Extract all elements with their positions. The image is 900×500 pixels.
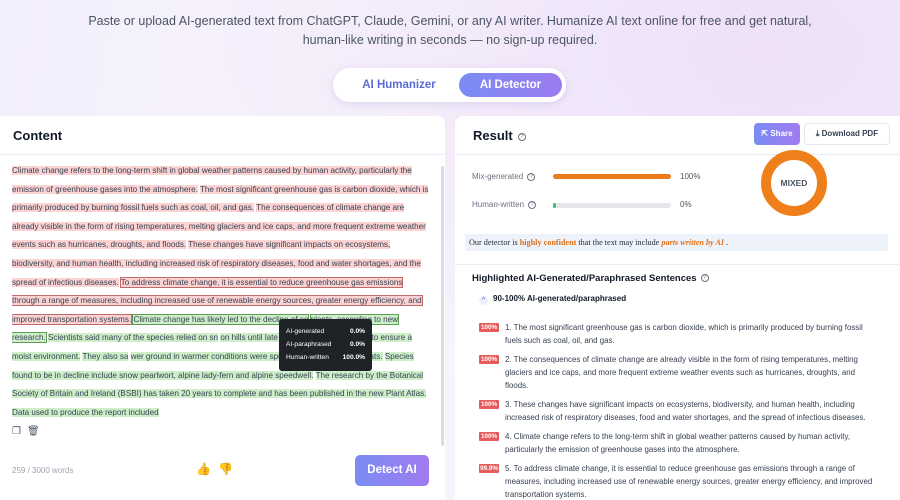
trash-icon[interactable]: 🗑 bbox=[27, 426, 40, 437]
chevron-up-icon[interactable]: ^ bbox=[479, 296, 488, 305]
copy-icon[interactable]: ❐ bbox=[12, 426, 21, 437]
metric-label: Mix-generated bbox=[472, 172, 524, 181]
download-pdf-label: Download PDF bbox=[821, 129, 879, 138]
ai-score-badge: 100% bbox=[479, 432, 499, 441]
share-button[interactable]: ⇱ Share bbox=[754, 123, 800, 145]
sentence-text: 3. These changes have significant impact… bbox=[505, 400, 866, 422]
highlighted-sentence[interactable]: 100% 1. The most significant greenhouse g… bbox=[479, 321, 879, 347]
human-sentence[interactable]: They also sa bbox=[82, 351, 129, 361]
help-icon[interactable]: ? bbox=[528, 200, 537, 209]
tooltip-row: AI-generated 0.0% bbox=[286, 325, 365, 338]
help-icon[interactable]: ? bbox=[517, 132, 526, 141]
metric-human-written: Human-written? bbox=[472, 200, 537, 209]
sentence-text: 5. To address climate change, it is esse… bbox=[505, 464, 873, 499]
tooltip-value: 0.0% bbox=[349, 328, 365, 335]
download-pdf-button[interactable]: ⤓ Download PDF bbox=[804, 123, 890, 145]
ai-score-badge: 100% bbox=[479, 355, 499, 364]
tooltip-label: Human-written bbox=[286, 354, 329, 361]
share-icon: ⇱ bbox=[761, 129, 771, 138]
sentence-tooltip: AI-generated 0.0% AI-paraphrased 0.0% Human-… bbox=[279, 319, 372, 371]
metric-bar-human bbox=[553, 203, 671, 208]
tooltip-row: AI-paraphrased 0.0% bbox=[286, 338, 365, 351]
content-text-area[interactable]: Climate change refers to the long-term s… bbox=[12, 162, 432, 428]
group-header[interactable]: ^ 90-100% AI-generated/paraphrased bbox=[479, 294, 626, 305]
content-scrollbar[interactable] bbox=[441, 166, 444, 446]
sentence-text: 4. Climate change refers to the long-ter… bbox=[505, 432, 851, 454]
share-label: Share bbox=[770, 129, 793, 138]
tooltip-value: 100.0% bbox=[342, 354, 365, 361]
highlighted-sentence[interactable]: 100% 2. The consequences of climate chang… bbox=[479, 353, 879, 392]
content-divider bbox=[0, 154, 445, 155]
metric-bar-mix bbox=[553, 174, 671, 179]
result-heading: Result? bbox=[473, 128, 526, 143]
help-icon[interactable]: ? bbox=[700, 274, 709, 283]
verdict-banner: Our detector is highly confident that th… bbox=[465, 234, 888, 251]
tab-ai-humanizer[interactable]: AI Humanizer bbox=[343, 73, 455, 97]
tooltip-label: AI-generated bbox=[286, 328, 325, 335]
metric-bar-fill bbox=[553, 174, 671, 179]
detect-ai-button[interactable]: Detect AI bbox=[355, 455, 429, 486]
content-title: Content bbox=[13, 128, 63, 143]
metric-label: Human-written bbox=[472, 200, 525, 209]
ai-score-badge: 100% bbox=[479, 323, 499, 332]
result-title: Result bbox=[473, 128, 513, 143]
mode-tabs: AI Humanizer AI Detector bbox=[333, 68, 566, 102]
tooltip-label: AI-paraphrased bbox=[286, 341, 332, 348]
thumbs-up-icon[interactable]: 👍 bbox=[196, 462, 211, 476]
group-label: 90-100% AI-generated/paraphrased bbox=[493, 294, 627, 303]
verdict-text: . bbox=[726, 238, 729, 247]
highlighted-sentence[interactable]: 99.9% 5. To address climate change, it is… bbox=[479, 462, 879, 500]
highlighted-title: Highlighted AI-Generated/Paraphrased Sen… bbox=[472, 273, 697, 284]
sentence-list: 100% 1. The most significant greenhouse g… bbox=[479, 321, 879, 500]
sentence-text: 1. The most significant greenhouse gas i… bbox=[505, 323, 863, 345]
intro-line-2: human-like writing in seconds — no sign-… bbox=[302, 33, 598, 47]
human-sentence[interactable]: Scientists said many of the species reli… bbox=[48, 333, 219, 343]
highlighted-sentence[interactable]: 100% 4. Climate change refers to the long… bbox=[479, 430, 879, 456]
intro-line-1: Paste or upload AI-generated text from C… bbox=[88, 14, 812, 28]
highlighted-sentence[interactable]: 100% 3. These changes have significant im… bbox=[479, 398, 879, 424]
metric-mix-generated: Mix-generated? bbox=[472, 172, 536, 181]
verdict-text: that the text may include bbox=[578, 238, 660, 247]
tooltip-value: 0.0% bbox=[349, 341, 365, 348]
tooltip-row: Human-written 100.0% bbox=[286, 351, 365, 364]
tab-ai-detector[interactable]: AI Detector bbox=[459, 73, 562, 97]
metric-bar-fill bbox=[553, 203, 556, 208]
result-panel: Result? ⇱ Share ⤓ Download PDF Mix-gener… bbox=[455, 116, 900, 500]
content-actions: ❐ 🗑 bbox=[12, 426, 40, 437]
intro-text: Paste or upload AI-generated text from C… bbox=[0, 12, 900, 50]
verdict-confidence: highly confident bbox=[519, 238, 577, 247]
metric-value: 0% bbox=[680, 200, 692, 209]
thumbs-down-icon[interactable]: 👎 bbox=[218, 462, 233, 476]
result-donut: MIXED bbox=[761, 150, 827, 216]
content-panel: Content Climate change refers to the lon… bbox=[0, 116, 445, 500]
metric-value: 100% bbox=[680, 172, 701, 181]
help-icon[interactable]: ? bbox=[527, 172, 536, 181]
ai-score-badge: 100% bbox=[479, 400, 499, 409]
highlighted-heading: Highlighted AI-Generated/Paraphrased Sen… bbox=[472, 273, 709, 284]
ai-score-badge: 99.9% bbox=[479, 464, 499, 473]
verdict-text: Our detector is bbox=[469, 238, 518, 247]
verdict-emphasis: parts written by AI bbox=[661, 238, 725, 247]
result-divider bbox=[455, 264, 900, 265]
human-sentence[interactable]: Data used to produce the report included bbox=[12, 407, 159, 417]
sentence-text: 2. The consequences of climate change ar… bbox=[505, 355, 858, 390]
result-divider bbox=[455, 154, 900, 155]
word-count: 259 / 3000 words bbox=[12, 466, 74, 475]
